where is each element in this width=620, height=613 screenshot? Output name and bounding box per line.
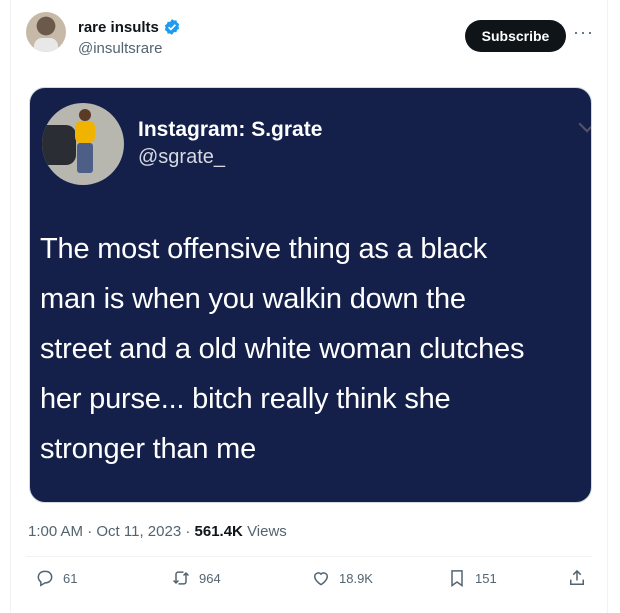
bookmark-icon [451, 570, 463, 587]
tweet-time[interactable]: 1:00 AM [28, 523, 83, 540]
reply-icon [37, 570, 53, 587]
embedded-handle: @sgrate_ [138, 146, 226, 168]
verified-badge-icon [164, 19, 179, 35]
share-icon [570, 569, 584, 585]
bookmark-button[interactable]: 151 [447, 568, 497, 588]
reply-button[interactable]: 61 [35, 568, 77, 588]
subscribe-button[interactable]: Subscribe [465, 20, 566, 52]
tweet-date[interactable]: Oct 11, 2023 [96, 523, 181, 540]
author-name[interactable]: rare insults [78, 19, 159, 36]
tweet-meta: 1:00 AM · Oct 11, 2023 · 561.4K Views [28, 523, 287, 540]
repost-icon [172, 571, 190, 585]
author-handle[interactable]: @insultsrare [78, 40, 162, 57]
author-name-row: rare insults [78, 18, 181, 36]
share-button[interactable] [567, 568, 587, 588]
repost-count: 964 [199, 570, 221, 586]
reply-count: 61 [63, 570, 78, 586]
divider [26, 556, 592, 557]
like-button[interactable]: 18.9K [311, 568, 373, 588]
views-label: Views [247, 523, 287, 540]
embedded-screenshot[interactable]: Instagram: S.grate @sgrate_ The most off… [29, 87, 592, 503]
instagram-avatar [42, 103, 124, 185]
like-icon [313, 572, 329, 586]
embedded-quote-text: The most offensive thing as a black man … [40, 233, 525, 465]
views-count: 561.4K [194, 523, 243, 540]
author-avatar[interactable] [26, 12, 66, 52]
bookmark-count: 151 [475, 570, 497, 586]
embedded-title: Instagram: S.grate [138, 118, 323, 141]
tweet-card: rare insults @insultsrare Subscribe ··· … [10, 0, 608, 613]
chevron-down-icon [578, 115, 591, 133]
action-bar: 61 964 18.9K 151 [11, 568, 609, 592]
repost-button[interactable]: 964 [171, 568, 221, 588]
more-icon[interactable]: ··· [573, 22, 594, 43]
like-count: 18.9K [339, 570, 373, 586]
